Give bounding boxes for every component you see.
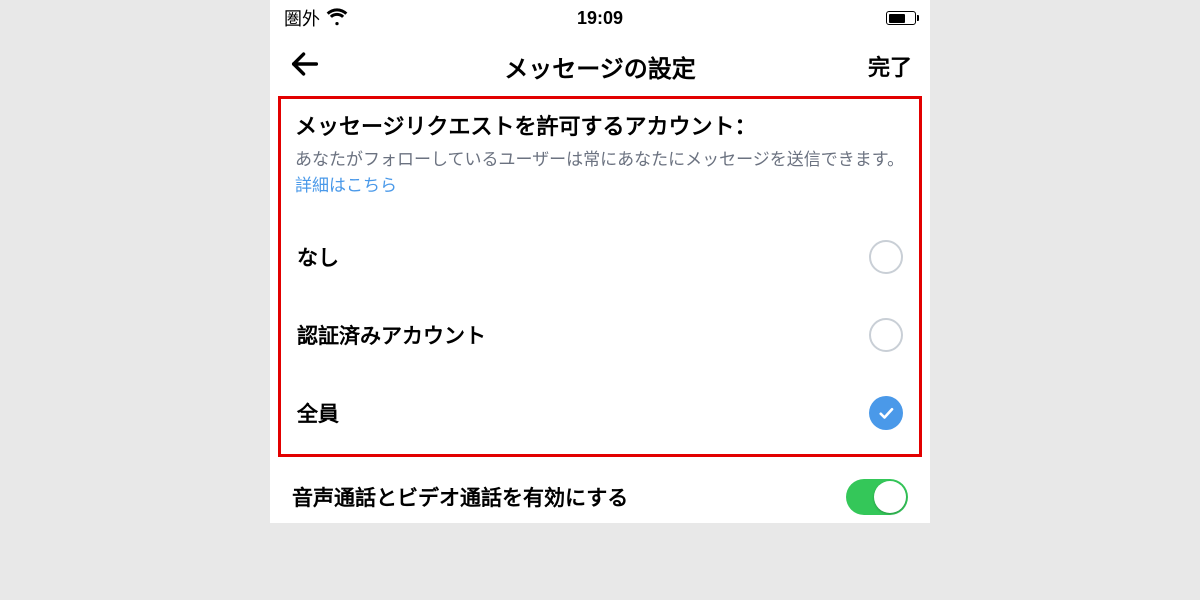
status-time: 19:09 [577, 8, 623, 29]
back-button[interactable] [288, 47, 322, 86]
av-calls-toggle[interactable] [846, 479, 908, 515]
av-calls-label: 音声通話とビデオ通話を有効にする [292, 482, 628, 512]
option-verified[interactable]: 認証済みアカウント [295, 296, 905, 374]
toggle-knob [874, 481, 906, 513]
battery-fill [889, 14, 906, 23]
message-request-section: メッセージリクエストを許可するアカウント： あなたがフォローしているユーザーは常… [278, 96, 922, 457]
option-everyone-label: 全員 [297, 398, 339, 428]
status-left: 圏外 [284, 5, 348, 32]
learn-more-link[interactable]: 詳細はこちら [295, 176, 397, 195]
section-desc-text: あなたがフォローしているユーザーは常にあなたにメッセージを送信できます。 [295, 150, 904, 169]
page-title: メッセージの設定 [504, 49, 696, 84]
status-right [886, 11, 916, 25]
radio-unchecked-icon [869, 318, 903, 352]
done-button[interactable]: 完了 [868, 50, 912, 82]
av-calls-row: 音声通話とビデオ通話を有効にする [270, 457, 930, 523]
option-verified-label: 認証済みアカウント [297, 320, 486, 350]
option-none-label: なし [297, 242, 339, 272]
radio-checked-icon [869, 396, 903, 430]
battery-icon [886, 11, 916, 25]
option-none[interactable]: なし [295, 218, 905, 296]
nav-bar: メッセージの設定 完了 [270, 36, 930, 96]
option-everyone[interactable]: 全員 [295, 374, 905, 436]
carrier-text: 圏外 [284, 5, 320, 31]
section-description: あなたがフォローしているユーザーは常にあなたにメッセージを送信できます。 詳細は… [295, 147, 905, 198]
phone-screen: 圏外 19:09 メッセージの設定 完了 メッセージリクエストを許可するアカウン… [270, 0, 930, 523]
wifi-icon [326, 5, 348, 32]
status-bar: 圏外 19:09 [270, 0, 930, 36]
section-title: メッセージリクエストを許可するアカウント： [295, 109, 905, 141]
radio-unchecked-icon [869, 240, 903, 274]
